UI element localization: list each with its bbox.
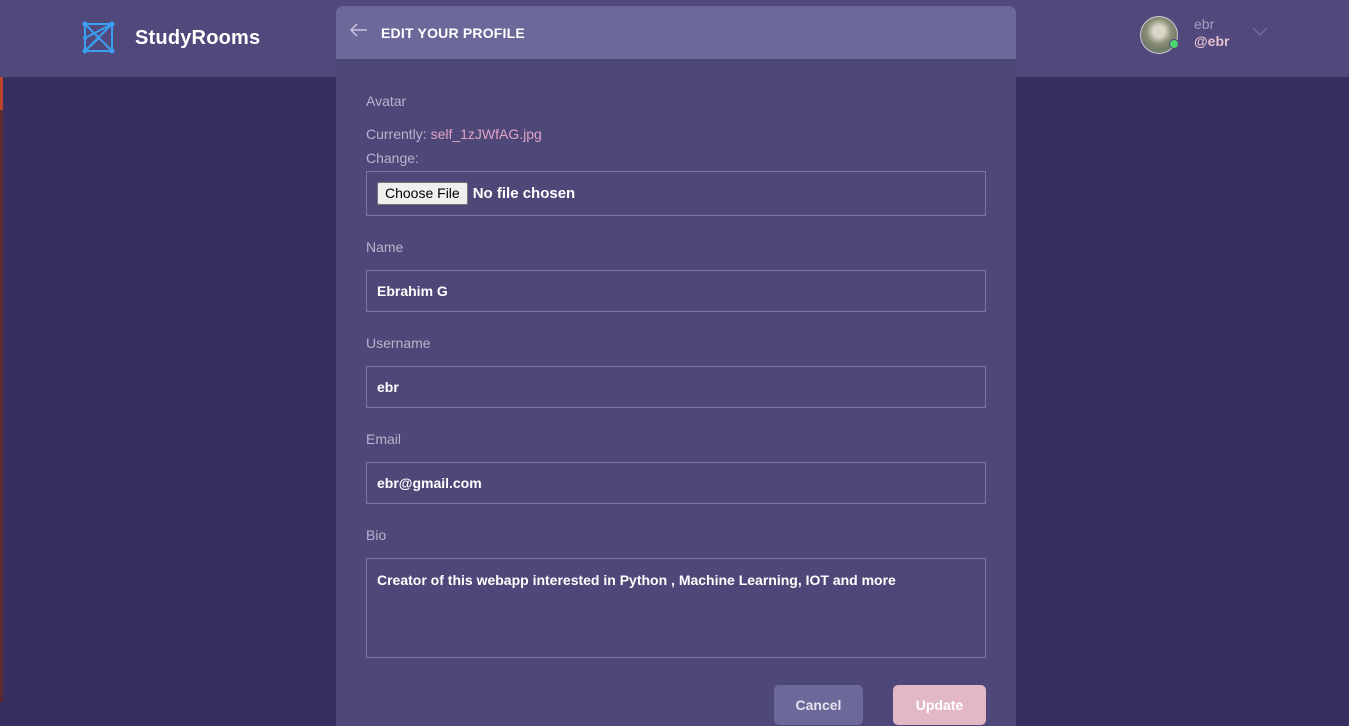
avatar[interactable] bbox=[1140, 16, 1179, 54]
avatar-label: Avatar bbox=[366, 93, 407, 109]
window-edge bbox=[0, 0, 3, 702]
card-title: EDIT YOUR PROFILE bbox=[381, 24, 525, 41]
cancel-button[interactable]: Cancel bbox=[774, 685, 863, 725]
chevron-down-icon[interactable] bbox=[1252, 27, 1268, 37]
card-header: EDIT YOUR PROFILE bbox=[336, 6, 1016, 59]
online-status-dot bbox=[1169, 39, 1179, 49]
current-avatar-link[interactable]: self_1zJWfAG.jpg bbox=[431, 126, 542, 142]
email-label: Email bbox=[366, 431, 402, 447]
user-menu[interactable]: ebr @ebr bbox=[1140, 16, 1229, 54]
choose-file-button[interactable]: Choose File bbox=[377, 182, 468, 205]
user-name: ebr bbox=[1194, 16, 1215, 32]
update-button[interactable]: Update bbox=[893, 685, 986, 725]
current-avatar: Currently: self_1zJWfAG.jpg bbox=[366, 126, 542, 142]
username-label: Username bbox=[366, 335, 431, 351]
logo[interactable]: StudyRooms bbox=[82, 20, 260, 56]
logo-icon bbox=[82, 21, 115, 54]
bio-label: Bio bbox=[366, 527, 387, 543]
back-arrow-icon[interactable] bbox=[349, 22, 369, 38]
bio-textarea[interactable]: Creator of this webapp interested in Pyt… bbox=[366, 558, 986, 658]
name-label: Name bbox=[366, 239, 404, 255]
avatar-file-input[interactable]: Choose File No file chosen bbox=[366, 171, 986, 216]
currently-label: Currently: bbox=[366, 126, 427, 142]
user-handle: @ebr bbox=[1194, 33, 1230, 49]
no-file-text: No file chosen bbox=[472, 185, 576, 202]
change-label: Change: bbox=[366, 150, 419, 166]
name-input[interactable] bbox=[366, 270, 986, 312]
app-name: StudyRooms bbox=[135, 26, 261, 49]
email-input[interactable] bbox=[366, 462, 986, 504]
edit-profile-card: EDIT YOUR PROFILE Avatar Currently: self… bbox=[336, 6, 1016, 726]
username-input[interactable] bbox=[366, 366, 986, 408]
